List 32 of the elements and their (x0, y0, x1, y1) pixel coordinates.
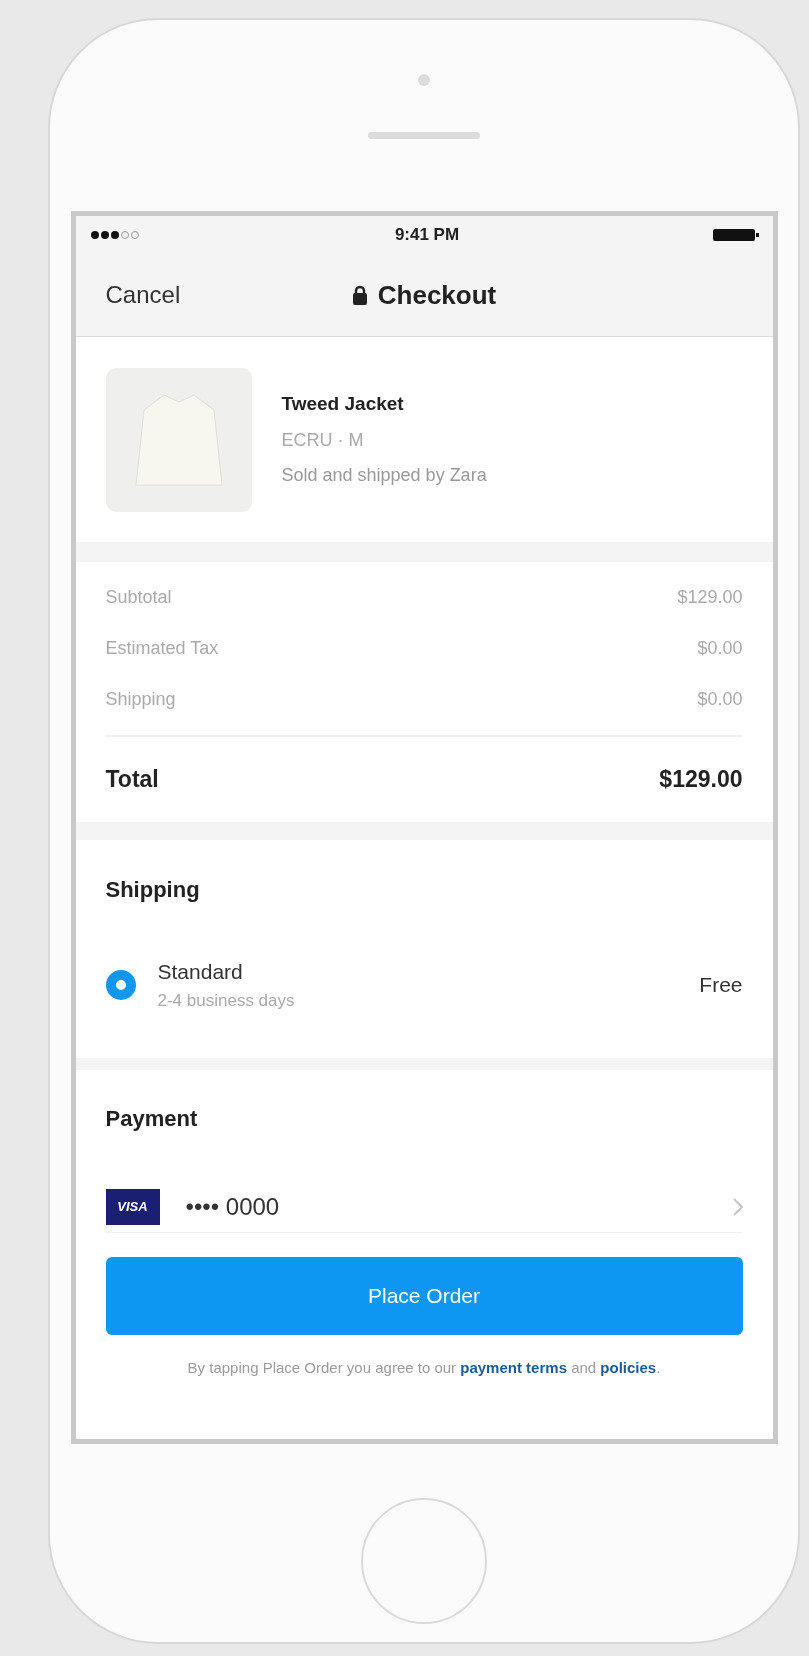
summary-value: $0.00 (697, 688, 743, 711)
shipping-option[interactable]: Standard 2-4 business days Free (105, 956, 743, 1013)
option-price: Free (699, 971, 743, 998)
option-detail: 2-4 business days (157, 989, 296, 1012)
nav-title: Checkout (377, 278, 497, 312)
camera-icon (418, 74, 430, 86)
cancel-button[interactable]: Cancel (105, 277, 181, 313)
chevron-right-icon (732, 1197, 743, 1216)
product-variant: ECRU · M (281, 428, 365, 452)
status-time: 9:41 PM (394, 224, 460, 247)
signal-strength-icon (89, 230, 142, 240)
visa-logo: VISA (105, 1188, 160, 1225)
summary-label: Estimated Tax (105, 637, 219, 660)
summary-value: $129.00 (677, 586, 743, 609)
summary-label: Shipping (105, 688, 176, 711)
product-name: Tweed Jacket (281, 392, 405, 417)
total-value: $129.00 (659, 765, 743, 795)
summary-label: Subtotal (105, 586, 172, 609)
speaker-icon (368, 132, 480, 139)
total-label: Total (105, 765, 159, 795)
option-name: Standard (157, 959, 244, 985)
summary-value: $0.00 (697, 637, 743, 660)
payment-heading: Payment (105, 1105, 199, 1133)
terms-link[interactable]: payment terms (460, 1359, 567, 1376)
terms-text: By tapping Place Order you agree to our payment terms and policies. (186, 1358, 662, 1378)
payment-card-row[interactable]: VISA •••• 0000 (105, 1187, 743, 1233)
product-seller: Sold and shipped by Zara (281, 463, 487, 487)
radio-button[interactable] (105, 969, 136, 1000)
card-number: •••• 0000 (185, 1191, 281, 1222)
shipping-heading: Shipping (105, 876, 201, 904)
battery-icon (712, 229, 759, 241)
lock-icon (351, 285, 368, 305)
